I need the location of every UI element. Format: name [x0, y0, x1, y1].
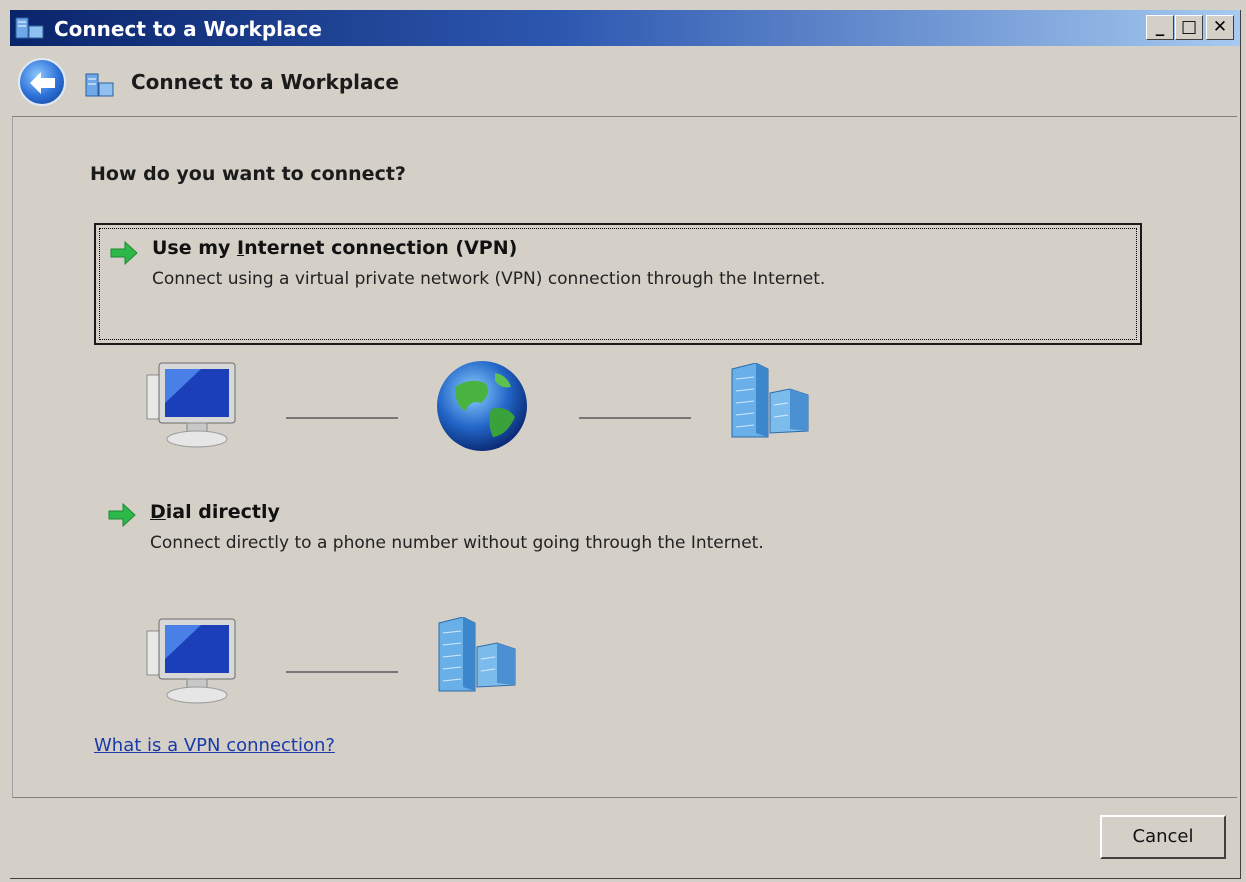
vpn-option[interactable]: Use my Internet connection (VPN) Connect… — [94, 223, 1142, 345]
vpn-option-description: Connect using a virtual private network … — [152, 269, 826, 289]
content-area: How do you want to connect? Use my Inter… — [12, 116, 1237, 798]
dial-option-description: Connect directly to a phone number witho… — [150, 533, 764, 553]
back-button[interactable] — [18, 58, 66, 106]
footer-bar: Cancel — [10, 798, 1240, 878]
connector-line — [286, 417, 398, 419]
connector-line — [286, 671, 398, 673]
connector-line — [579, 417, 691, 419]
vpn-help-link[interactable]: What is a VPN connection? — [94, 735, 335, 756]
green-arrow-icon — [108, 502, 136, 528]
question-heading: How do you want to connect? — [90, 163, 406, 185]
window-title: Connect to a Workplace — [54, 17, 322, 41]
minimize-button[interactable]: _ — [1146, 15, 1174, 40]
workplace-icon — [15, 17, 44, 39]
navigation-bar: Connect to a Workplace — [10, 46, 1240, 116]
close-button[interactable]: ✕ — [1206, 15, 1234, 40]
globe-icon — [437, 361, 527, 451]
green-arrow-icon — [110, 240, 138, 266]
page-title: Connect to a Workplace — [131, 70, 399, 94]
maximize-button[interactable]: □ — [1175, 15, 1203, 40]
building-icon — [438, 617, 516, 692]
dial-option-title: Dial directly — [150, 501, 280, 523]
dial-option[interactable]: Dial directly Connect directly to a phon… — [94, 479, 1142, 559]
back-arrow-icon — [30, 72, 55, 94]
computer-icon — [146, 618, 236, 704]
dialog-window: Connect to a Workplace _ □ ✕ Connect to … — [10, 10, 1241, 879]
workplace-icon — [85, 73, 114, 97]
cancel-button[interactable]: Cancel — [1100, 815, 1226, 859]
vpn-option-title: Use my Internet connection (VPN) — [152, 237, 518, 259]
title-bar[interactable]: Connect to a Workplace _ □ ✕ — [10, 10, 1240, 46]
building-icon — [731, 363, 809, 438]
computer-icon — [146, 362, 236, 448]
